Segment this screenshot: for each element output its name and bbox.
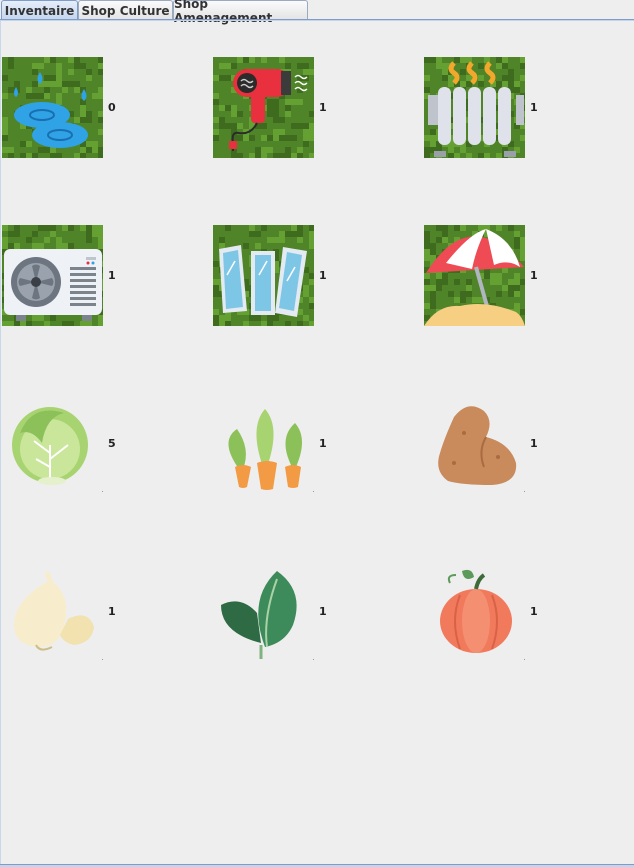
item-count: 1 <box>319 605 327 618</box>
water-puddle-icon <box>2 57 103 158</box>
tab-inventaire[interactable]: Inventaire <box>1 0 78 20</box>
item-count: 5 <box>108 437 116 450</box>
inventory-item-carrot[interactable]: 1 <box>213 393 333 497</box>
item-count: 0 <box>108 101 116 114</box>
corner-dot <box>102 659 103 660</box>
inventory-panel: 0 1 1 1 1 1 5 1 1 1 1 1 <box>0 21 634 864</box>
item-count: 1 <box>530 437 538 450</box>
inventory-item-air-conditioner[interactable]: 1 <box>2 225 122 329</box>
app-window: Inventaire Shop Culture Shop Amenagement… <box>0 0 634 867</box>
potato-icon <box>424 393 525 494</box>
tab-bar: Inventaire Shop Culture Shop Amenagement <box>0 0 634 25</box>
item-count: 1 <box>319 269 327 282</box>
item-count: 1 <box>530 605 538 618</box>
inventory-item-potato[interactable]: 1 <box>424 393 544 497</box>
tab-shop-amenagement[interactable]: Shop Amenagement <box>173 0 308 25</box>
inventory-item-garlic[interactable]: 1 <box>2 561 122 665</box>
inventory-item-spinach[interactable]: 1 <box>213 561 333 665</box>
item-count: 1 <box>108 269 116 282</box>
garlic-icon <box>2 561 103 662</box>
beach-umbrella-icon <box>424 225 525 326</box>
glass-panels-icon <box>213 225 314 326</box>
inventory-item-pumpkin[interactable]: 1 <box>424 561 544 665</box>
carrots-icon <box>213 393 314 494</box>
item-count: 1 <box>108 605 116 618</box>
corner-dot <box>524 491 525 492</box>
corner-dot <box>102 491 103 492</box>
inventory-item-cabbage[interactable]: 5 <box>2 393 122 497</box>
corner-dot <box>313 659 314 660</box>
inventory-item-hair-dryer[interactable]: 1 <box>213 57 333 161</box>
item-count: 1 <box>319 101 327 114</box>
item-count: 1 <box>319 437 327 450</box>
spinach-icon <box>213 561 314 662</box>
pumpkin-icon <box>424 561 525 662</box>
tab-shop-culture[interactable]: Shop Culture <box>78 0 173 20</box>
air-conditioner-icon <box>2 225 103 326</box>
inventory-item-watering[interactable]: 0 <box>2 57 122 161</box>
item-count: 1 <box>530 269 538 282</box>
radiator-icon <box>424 57 525 158</box>
inventory-item-greenhouse-panels[interactable]: 1 <box>213 225 333 329</box>
hair-dryer-icon <box>213 57 314 158</box>
cabbage-icon <box>2 393 103 494</box>
corner-dot <box>313 491 314 492</box>
inventory-item-radiator[interactable]: 1 <box>424 57 544 161</box>
corner-dot <box>524 659 525 660</box>
item-count: 1 <box>530 101 538 114</box>
inventory-item-parasol[interactable]: 1 <box>424 225 544 329</box>
